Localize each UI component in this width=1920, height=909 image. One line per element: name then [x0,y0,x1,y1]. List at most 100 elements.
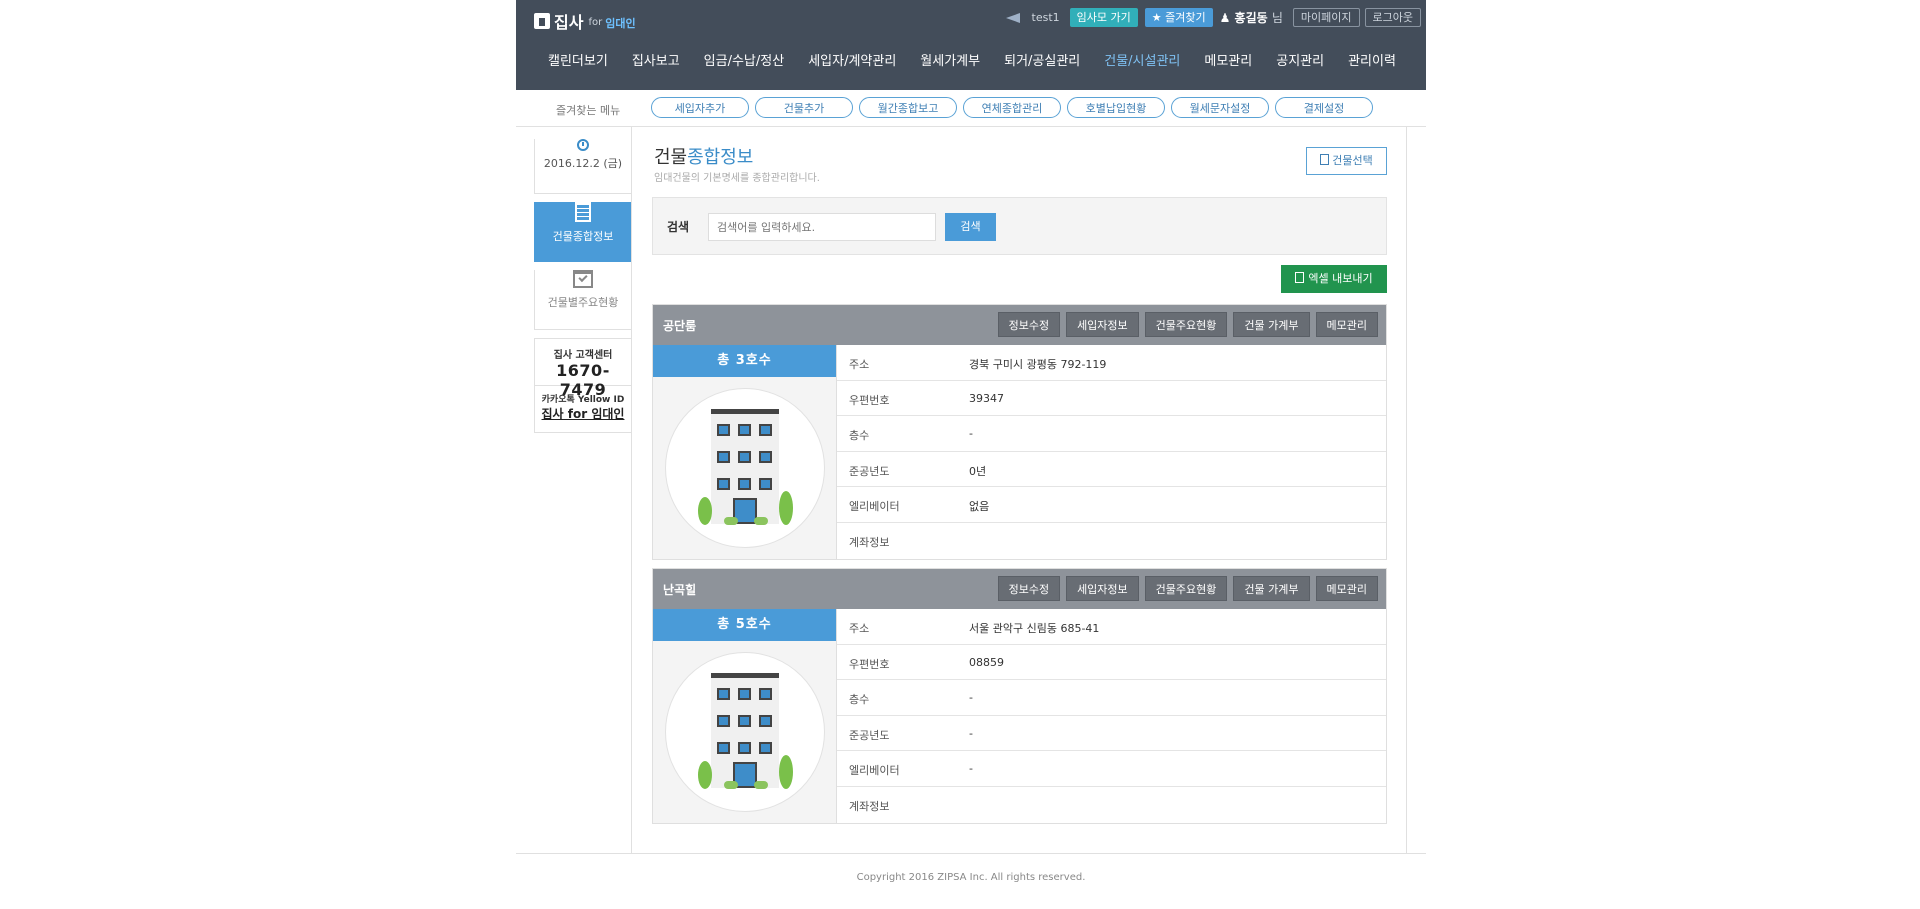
mypage-button[interactable]: 마이페이지 [1292,7,1360,27]
favorites-label: 즐겨찾기 [1165,10,1206,24]
detail-row: 층수 - [837,416,1386,452]
favorites-button[interactable]: ★ 즐겨찾기 [1144,7,1213,27]
building-detail-table: 주소 서울 관악구 신림동 685-41 우편번호 08859 층수 - 준공년도 - … [837,609,1386,823]
page-description: 임대건물의 기본명세를 종합관리합니다. [654,173,820,184]
building-name: 난곡힐 [663,583,697,597]
search-input[interactable] [708,213,936,241]
detail-row: 엘리베이터 없음 [837,487,1386,523]
building-actions: 정보수정 세입자정보 건물주요현황 건물 가계부 메모관리 [992,576,1378,601]
nav-item-notice[interactable]: 공지관리 [1264,50,1336,74]
favorite-menu-list: 세입자추가 건물추가 월간종합보고 연체종합관리 호별납입현황 월세문자설정 결… [651,97,1379,118]
nav-item-calendar[interactable]: 캘린더보기 [536,50,620,74]
building-card: 공단룸 정보수정 세입자정보 건물주요현황 건물 가계부 메모관리 총 3호수 [652,304,1387,560]
building-status-button[interactable]: 건물주요현황 [1144,576,1228,601]
sidebar-item-building-status[interactable]: 건물별주요현황 [534,270,632,330]
excel-export-button[interactable]: 엑셀 내보내기 [1281,265,1387,293]
person-suffix: 님 [1271,10,1283,25]
detail-key: 엘리베이터 [849,764,900,778]
detail-value: - [969,726,973,740]
detail-value: 경북 구미시 광평동 792-119 [969,358,1107,371]
tenant-info-button[interactable]: 세입자정보 [1066,312,1139,337]
nav-item-memo[interactable]: 메모관리 [1192,50,1264,74]
nav-item-vacancy[interactable]: 퇴거/공실관리 [992,50,1092,74]
edit-info-button[interactable]: 정보수정 [997,576,1061,601]
logout-button[interactable]: 로그아웃 [1364,7,1421,27]
nav-item-ledger[interactable]: 월세가계부 [908,50,992,74]
building-ledger-button[interactable]: 건물 가계부 [1233,576,1310,601]
header-utility: test1 임사모 가기 ★ 즐겨찾기 ♟ 홍길동 님 마이페이지 로그아웃 [1005,7,1426,27]
calendar-check-icon [573,270,593,288]
page-wrapper: 집사 for 임대인 test1 임사모 가기 ★ 즐겨찾기 ♟ 홍길동 님 마… [516,0,1426,908]
goto-tenant-button[interactable]: 임사모 가기 [1069,7,1138,27]
favorite-menu-label: 즐겨찾는 메뉴 [556,104,621,117]
fav-item[interactable]: 결제설정 [1275,97,1373,118]
kakao-banner[interactable]: 카카오톡 Yellow ID 집사 for 임대인 [535,386,631,432]
detail-row: 우편번호 39347 [837,381,1386,417]
page-title: 건물종합정보 [654,143,753,169]
cs-title: 집사 고객센터 [553,350,613,361]
search-panel: 검색 검색 [652,197,1387,255]
fav-item[interactable]: 월간종합보고 [859,97,957,118]
fav-item[interactable]: 세입자추가 [651,97,749,118]
detail-value: 서울 관악구 신림동 685-41 [969,622,1100,635]
unit-count-badge: 총 3호수 [653,345,836,377]
building-status-button[interactable]: 건물주요현황 [1144,312,1228,337]
footer: Copyright 2016 ZIPSA Inc. All rights res… [516,853,1426,909]
detail-key: 준공년도 [849,464,890,478]
sidebar: 2016.12.2 (금) 건물종합정보 건물별주요현황 집사 고객센터 167… [534,127,632,433]
building-actions: 정보수정 세입자정보 건물주요현황 건물 가계부 메모관리 [992,312,1378,337]
nav-item-report[interactable]: 집사보고 [620,50,692,74]
content-right-border [1406,127,1407,854]
nav-item-building[interactable]: 건물/시설관리 [1092,50,1192,74]
detail-key: 층수 [849,693,870,707]
page-title-highlight: 종합정보 [687,147,754,168]
today-date: 2016.12.2 (금) [543,157,623,170]
document-icon [1320,154,1330,165]
memo-button[interactable]: 메모관리 [1315,312,1378,337]
sidebar-item-building-info[interactable]: 건물종합정보 [534,202,632,262]
brand-name: 집사 [554,13,584,32]
fav-item[interactable]: 건물추가 [755,97,853,118]
cs-phone-banner[interactable]: 집사 고객센터 1670-7479 [535,339,631,399]
person-name: ♟ 홍길동 님 [1219,10,1283,25]
detail-row: 계좌정보 [837,787,1386,823]
person-name-text: 홍길동 [1234,10,1268,25]
memo-button[interactable]: 메모관리 [1315,576,1378,601]
detail-key: 주소 [849,622,870,635]
building-card: 난곡힐 정보수정 세입자정보 건물주요현황 건물 가계부 메모관리 총 5호수 [652,568,1387,824]
fav-item[interactable]: 호별납입현황 [1067,97,1165,118]
building-ledger-button[interactable]: 건물 가계부 [1233,312,1310,337]
sidebar-item-label: 건물별주요현황 [547,296,619,309]
detail-row: 우편번호 08859 [837,645,1386,681]
building-name: 공단룸 [663,319,697,333]
unit-count-badge: 총 5호수 [653,609,836,641]
select-building-button[interactable]: 건물선택 [1306,147,1387,175]
fav-item[interactable]: 월세문자설정 [1171,97,1269,118]
building-card-header: 난곡힐 정보수정 세입자정보 건물주요현황 건물 가계부 메모관리 [653,569,1386,609]
megaphone-icon [1005,11,1024,23]
detail-value: - [969,762,973,776]
building-card-body: 총 5호수 주소 서울 관악구 신림동 685-41 우편번호 08859 층수… [653,609,1386,823]
sidebar-item-label: 건물종합정보 [552,230,614,243]
detail-value: 39347 [969,391,1004,405]
favorite-menu-bar: 즐겨찾는 메뉴 세입자추가 건물추가 월간종합보고 연체종합관리 호별납입현황 … [516,90,1426,127]
house-logo-icon [534,13,550,29]
building-summary: 총 5호수 [653,609,837,823]
detail-key: 우편번호 [849,393,890,407]
detail-key: 우편번호 [849,657,890,671]
detail-value: - [969,427,973,441]
excel-icon [1295,272,1305,283]
search-button[interactable]: 검색 [945,213,996,241]
main-nav: 캘린더보기 집사보고 임금/수납/정산 세입자/계약관리 월세가계부 퇴거/공실… [536,50,1408,74]
customer-center-banner: 집사 고객센터 1670-7479 카카오톡 Yellow ID 집사 for … [534,338,632,433]
detail-row: 주소 경북 구미시 광평동 792-119 [837,345,1386,381]
nav-item-tenant[interactable]: 세입자/계약관리 [796,50,908,74]
fav-item[interactable]: 연체종합관리 [963,97,1061,118]
nav-item-payment[interactable]: 임금/수납/정산 [692,50,797,74]
page-title-pre: 건물 [654,147,688,168]
logo[interactable]: 집사 for 임대인 [534,9,636,33]
building-summary: 총 3호수 [653,345,837,559]
edit-info-button[interactable]: 정보수정 [997,312,1061,337]
tenant-info-button[interactable]: 세입자정보 [1066,576,1139,601]
nav-item-history[interactable]: 관리이력 [1336,50,1408,74]
